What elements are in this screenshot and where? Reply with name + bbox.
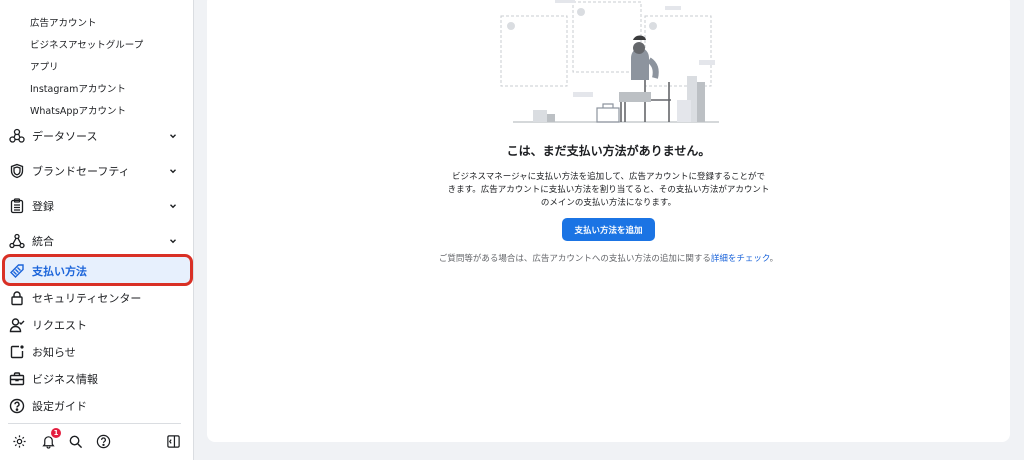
sidebar-item-label: 登録 bbox=[32, 200, 54, 213]
sidebar-item-label: 支払い方法 bbox=[32, 265, 87, 278]
description-line: のメインの支払い方法になります。 bbox=[540, 198, 677, 208]
sidebar-item-label: 設定ガイド bbox=[32, 400, 87, 413]
sidebar-subitem-whatsapp-accounts[interactable]: WhatsAppアカウント bbox=[30, 103, 126, 117]
lock-icon bbox=[8, 289, 26, 307]
sidebar-item-brand-safety[interactable]: ブランドセーフティ bbox=[8, 159, 188, 183]
sidebar-item-label: ビジネス情報 bbox=[32, 373, 98, 386]
sidebar-item-data-sources[interactable]: データソース bbox=[8, 124, 188, 148]
chevron-down-icon bbox=[166, 234, 180, 248]
notification-badge: 1 bbox=[51, 428, 61, 438]
sidebar-item-label: 統合 bbox=[32, 235, 54, 248]
tag-icon bbox=[8, 262, 26, 280]
sidebar-item-business-info[interactable]: ビジネス情報 bbox=[8, 367, 188, 391]
sidebar-item-label: ブランドセーフティ bbox=[32, 165, 130, 178]
learn-more-link[interactable]: 詳細をチェック bbox=[711, 254, 770, 264]
sidebar-item-notifications[interactable]: お知らせ bbox=[8, 340, 188, 364]
sidebar-item-label: リクエスト bbox=[32, 319, 87, 332]
search-icon[interactable] bbox=[66, 432, 84, 450]
empty-state-description: ビジネスマネージャに支払い方法を追加して、広告アカウントに登録することがで きま… bbox=[437, 171, 780, 210]
sidebar-subitem-apps[interactable]: アプリ bbox=[30, 59, 59, 73]
help-text-suffix: 。 bbox=[769, 254, 779, 264]
sidebar-item-label: セキュリティセンター bbox=[32, 292, 142, 305]
clipboard-icon bbox=[8, 197, 26, 215]
scrollbar-track[interactable] bbox=[1016, 0, 1024, 460]
bell-icon[interactable]: 1 bbox=[39, 428, 61, 450]
sidebar-item-payment-methods[interactable]: 支払い方法 bbox=[4, 257, 190, 285]
sidebar-item-requests[interactable]: リクエスト bbox=[8, 313, 188, 337]
sidebar-subitem-instagram-accounts[interactable]: Instagramアカウント bbox=[30, 81, 126, 95]
help-text-prefix: ご質問等がある場合は、広告アカウントへの支払い方法の追加に関する bbox=[438, 254, 711, 264]
settings-gear-icon[interactable] bbox=[10, 432, 28, 450]
empty-state-illustration bbox=[500, 0, 719, 123]
description-line: ビジネスマネージャに支払い方法を追加して、広告アカウントに登録することがで bbox=[452, 172, 765, 182]
add-payment-method-button[interactable]: 支払い方法を追加 bbox=[562, 218, 655, 241]
sidebar-subitem-ad-accounts[interactable]: 広告アカウント bbox=[30, 15, 97, 29]
integrations-icon bbox=[8, 232, 26, 250]
description-line: きます。広告アカウントに支払い方法を割り当てると、その支払い方法がアカウント bbox=[447, 185, 770, 195]
sidebar-item-label: お知らせ bbox=[32, 346, 76, 359]
sidebar-item-integrations[interactable]: 統合 bbox=[8, 229, 188, 253]
chevron-down-icon bbox=[166, 199, 180, 213]
sidebar-divider bbox=[8, 423, 181, 424]
shield-icon bbox=[8, 162, 26, 180]
sidebar: 広告アカウント ビジネスアセットグループ アプリ Instagramアカウント … bbox=[0, 0, 194, 460]
sidebar-item-registration[interactable]: 登録 bbox=[8, 194, 188, 218]
help-text: ご質問等がある場合は、広告アカウントへの支払い方法の追加に関する詳細をチェック。 bbox=[207, 252, 1010, 264]
sidebar-item-setup-guide[interactable]: 設定ガイド bbox=[8, 394, 188, 418]
notification-icon bbox=[8, 343, 26, 361]
sidebar-subitem-business-asset-groups[interactable]: ビジネスアセットグループ bbox=[30, 37, 143, 51]
empty-state-title: こは、まだ支払い方法がありません。 bbox=[506, 144, 711, 158]
sidebar-item-label: データソース bbox=[32, 130, 98, 143]
help-icon[interactable] bbox=[94, 432, 112, 450]
question-circle-icon bbox=[8, 397, 26, 415]
chevron-down-icon bbox=[166, 129, 180, 143]
data-sources-icon bbox=[8, 127, 26, 145]
chevron-down-icon bbox=[166, 164, 180, 178]
person-check-icon bbox=[8, 316, 26, 334]
sidebar-item-security-center[interactable]: セキュリティセンター bbox=[8, 286, 188, 310]
collapse-sidebar-icon[interactable] bbox=[164, 432, 182, 450]
briefcase-icon bbox=[8, 370, 26, 388]
